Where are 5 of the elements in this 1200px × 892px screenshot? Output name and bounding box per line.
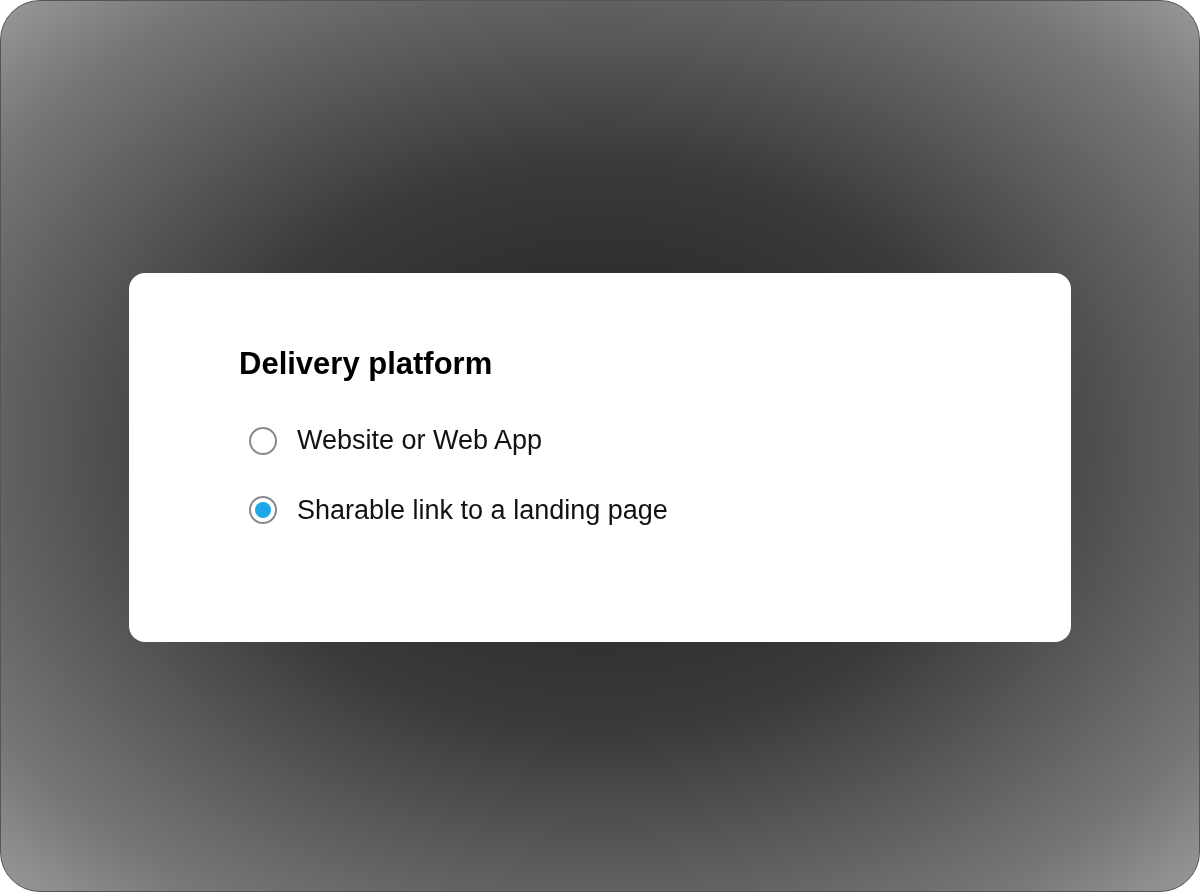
- option-label: Website or Web App: [297, 423, 543, 457]
- option-label: Sharable link to a landing page: [297, 493, 668, 527]
- radio-button[interactable]: [249, 496, 277, 525]
- radio-button[interactable]: [249, 426, 277, 455]
- dialog-title: Delivery platform: [239, 345, 493, 383]
